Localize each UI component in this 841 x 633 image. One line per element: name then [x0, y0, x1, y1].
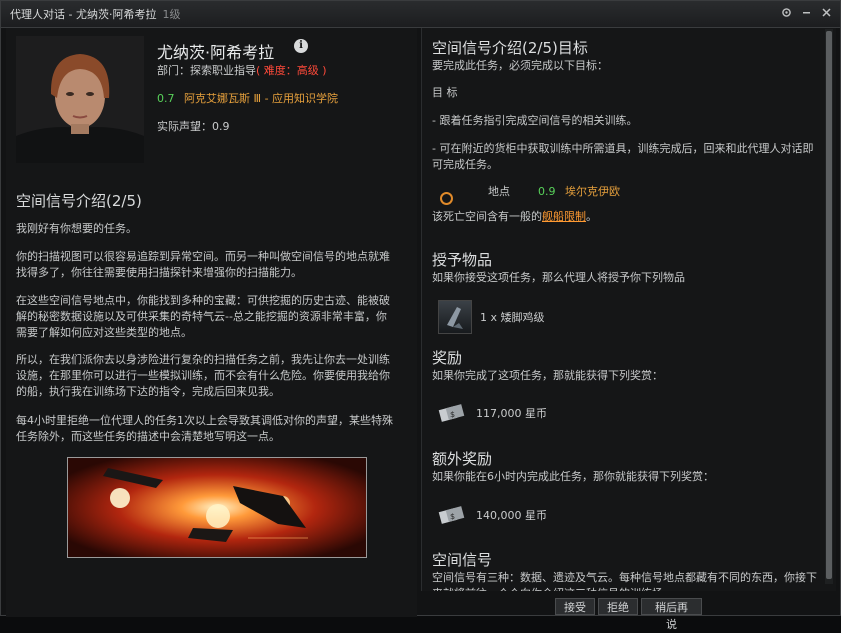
bonus-reward-title: 额外奖励 [432, 450, 493, 468]
objective-location-security: 0.9 [538, 185, 556, 198]
agent-location: 0.7 阿克艾娜瓦斯 Ⅲ - 应用知识学院 [157, 90, 338, 106]
reward-amount: 117,000 星币 [476, 407, 547, 420]
info-icon[interactable]: i [294, 39, 308, 53]
signatures-title: 空间信号 [432, 551, 493, 569]
bonus-reward-amount: 140,000 星币 [476, 509, 547, 522]
reward-row: $ 117,000 星币 [438, 400, 547, 426]
mission-paragraph: 你的扫描视图可以很容易追踪到异常空间。而另一种叫做空间信号的地点就难找得多了，你… [16, 250, 390, 279]
objective-location: 0.9 埃尔克伊欧 [538, 184, 620, 200]
mission-paragraph: 所以，在我们派你去以身涉险进行复杂的扫描任务之前，我先让你去一处训练设施，在那里… [16, 353, 390, 398]
bonus-reward-text: 如果你能在6小时内完成此任务，那你就能获得下列奖赏： [432, 470, 714, 483]
granted-item-label: 1 x 矮脚鸡级 [480, 311, 545, 324]
window-title: 代理人对话 - 尤纳茨·阿希考拉 1级 [10, 6, 180, 22]
signatures-text: 空间信号有三种：数据、遗迹及气云。每种信号地点都藏有不同的东西，你接下来就将前往… [432, 571, 817, 591]
agent-standing: 实际声望：0.9 [157, 120, 230, 133]
objectives-title: 空间信号介绍(2/5)目标 [432, 39, 588, 57]
svg-text:$: $ [450, 512, 455, 521]
objectives-scrollbar[interactable] [825, 29, 833, 584]
ship-icon [438, 300, 472, 334]
agent-location-security: 0.7 [157, 92, 175, 105]
reward-title: 奖励 [432, 349, 463, 367]
agent-difficulty: ( 难度：高级 ) [256, 64, 327, 77]
agent-briefing-panel: 尤纳茨·阿希考拉 i 部门：探索职业指导( 难度：高级 ) 0.7 阿克艾娜瓦斯… [6, 28, 417, 617]
later-button[interactable]: 稍后再说 [641, 598, 702, 631]
ship-restriction-note: 该死亡空间含有一般的舰船限制。 [432, 209, 597, 225]
objective-location-link[interactable]: 埃尔克伊欧 [565, 185, 620, 198]
agent-name: 尤纳茨·阿希考拉 [157, 43, 275, 62]
granted-items-text: 如果你接受这项任务，那么代理人将授予你下列物品 [432, 271, 685, 284]
objective-item: - 跟着任务指引完成空间信号的相关训练。 [432, 114, 638, 127]
mission-title: 空间信号介绍(2/5) [16, 192, 142, 210]
close-icon[interactable] [820, 6, 832, 20]
ship-restriction-text: 该死亡空间含有一般的 [432, 210, 542, 223]
accept-button[interactable]: 接受 [555, 598, 595, 615]
window-agent-level: 1级 [162, 8, 181, 21]
objective-location-label: 地点 [488, 185, 510, 198]
bonus-reward-row: $ 140,000 星币 [438, 502, 547, 528]
location-pin-icon [440, 192, 453, 205]
gear-icon[interactable] [780, 6, 792, 20]
objectives-label: 目 标 [432, 86, 458, 99]
title-bar[interactable]: 代理人对话 - 尤纳茨·阿希考拉 1级 [1, 1, 840, 28]
decline-button[interactable]: 拒绝 [598, 598, 638, 615]
ship-restriction-link[interactable]: 舰船限制 [542, 210, 586, 223]
reward-text: 如果你完成了这项任务，那就能获得下列奖赏： [432, 369, 663, 382]
agent-division-text: 部门：探索职业指导 [157, 64, 256, 77]
agent-location-link[interactable]: 阿克艾娜瓦斯 Ⅲ - 应用知识学院 [184, 92, 338, 105]
mission-illustration [67, 457, 367, 558]
granted-item-row[interactable]: 1 x 矮脚鸡级 [438, 300, 545, 334]
mission-paragraph: 我刚好有你想要的任务。 [16, 222, 137, 235]
svg-text:$: $ [450, 410, 455, 419]
agent-portrait [16, 36, 144, 163]
agent-division: 部门：探索职业指导( 难度：高级 ) [157, 62, 327, 78]
objectives-panel: 空间信号介绍(2/5)目标 要完成此任务，必须完成以下目标： 目 标 - 跟着任… [421, 28, 836, 591]
objective-item: - 可在附近的货柜中获取训练中所需道具，训练完成后，回来和此代理人对话即可完成任… [432, 142, 814, 171]
mission-paragraph: 在这些空间信号地点中，你能找到多种的宝藏：可供挖掘的历史古迹、能被破解的秘密数据… [16, 294, 390, 339]
objectives-intro: 要完成此任务，必须完成以下目标： [432, 59, 608, 72]
window-controls [780, 6, 832, 20]
scrollbar-thumb[interactable] [826, 31, 832, 579]
window-title-text: 代理人对话 - 尤纳茨·阿希考拉 [10, 8, 157, 21]
agent-conversation-window: 代理人对话 - 尤纳茨·阿希考拉 1级 尤纳茨·阿希考拉 i 部门：探索职业指导… [0, 0, 841, 631]
minimize-icon[interactable] [800, 6, 812, 20]
ship-restriction-suffix: 。 [586, 210, 597, 223]
granted-items-title: 授予物品 [432, 251, 493, 269]
mission-paragraph: 每4小时里拒绝一位代理人的任务1次以上会导致其调低对你的声望，某些特殊任务除外，… [16, 414, 393, 443]
isk-icon: $ [438, 502, 468, 528]
isk-icon: $ [438, 400, 468, 426]
